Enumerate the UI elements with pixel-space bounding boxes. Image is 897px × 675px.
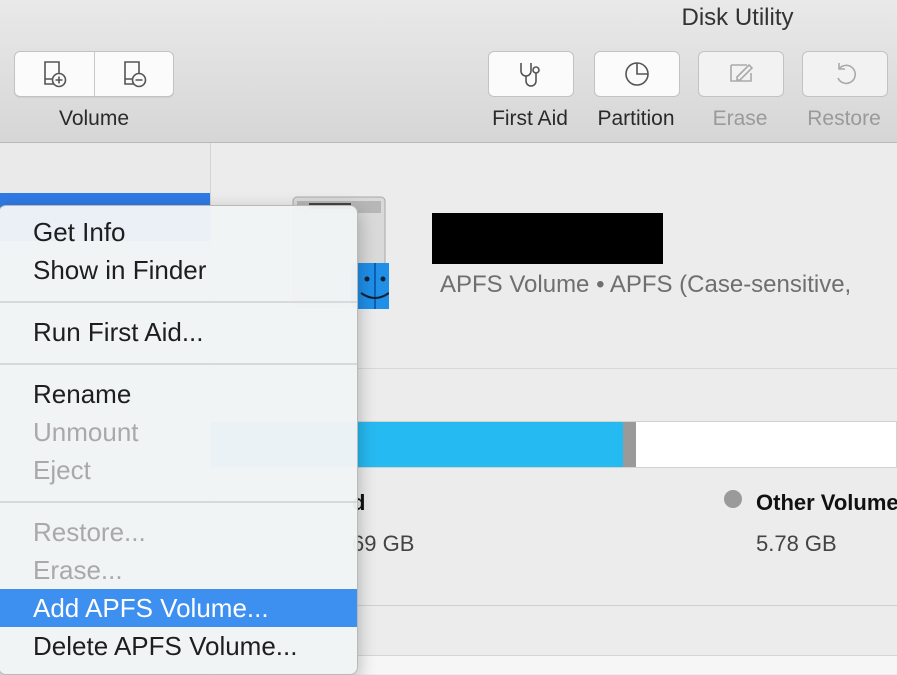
menu-item-eject[interactable]: Eject	[0, 451, 357, 489]
volume-segmented-control	[14, 51, 174, 97]
menu-separator	[0, 363, 357, 365]
restore-label: Restore	[807, 107, 881, 130]
erase-icon	[730, 63, 754, 82]
add-volume-button[interactable]	[15, 52, 94, 96]
partition-label: Partition	[597, 107, 675, 130]
menu-item-unmount[interactable]: Unmount	[0, 413, 357, 451]
volume-name-redacted	[432, 213, 663, 264]
partition-button[interactable]	[594, 51, 680, 97]
restore-icon	[837, 63, 857, 85]
other-volumes-legend-dot	[724, 490, 742, 508]
first-aid-button[interactable]	[488, 51, 574, 97]
menu-item-delete-apfs-volume[interactable]: Delete APFS Volume...	[0, 627, 357, 665]
menu-item-restore[interactable]: Restore...	[0, 513, 357, 551]
menu-separator	[0, 301, 357, 303]
volume-remove-icon	[123, 61, 147, 88]
erase-label: Erase	[712, 107, 768, 130]
menu-item-erase[interactable]: Erase...	[0, 551, 357, 589]
restore-button[interactable]	[802, 51, 888, 97]
other-volumes-legend-value: 5.78 GB	[756, 531, 837, 556]
context-menu: Get Info Show in Finder Run First Aid...…	[0, 205, 358, 675]
menu-item-show-in-finder[interactable]: Show in Finder	[0, 251, 357, 289]
volume-group-label: Volume	[58, 107, 130, 130]
erase-button[interactable]	[698, 51, 784, 97]
other-volumes-legend-label: Other Volume	[756, 490, 897, 515]
menu-item-rename[interactable]: Rename	[0, 375, 357, 413]
menu-item-add-apfs-volume[interactable]: Add APFS Volume...	[0, 589, 357, 627]
used-legend-value: 69 GB	[352, 531, 415, 556]
menu-separator	[0, 501, 357, 503]
volume-add-icon	[44, 61, 67, 88]
pie-partition-icon	[625, 62, 649, 86]
toolbar: Disk Utility Volume First Aid Partition …	[0, 0, 897, 143]
first-aid-label: First Aid	[492, 107, 568, 130]
usage-other-volumes-segment	[623, 422, 636, 467]
menu-item-get-info[interactable]: Get Info	[0, 213, 357, 251]
window-title: Disk Utility	[681, 4, 794, 31]
volume-subtitle: APFS Volume • APFS (Case-sensitive,	[440, 271, 852, 298]
stethoscope-icon	[520, 63, 540, 87]
menu-item-run-first-aid[interactable]: Run First Aid...	[0, 313, 357, 351]
remove-volume-button[interactable]	[93, 52, 174, 96]
